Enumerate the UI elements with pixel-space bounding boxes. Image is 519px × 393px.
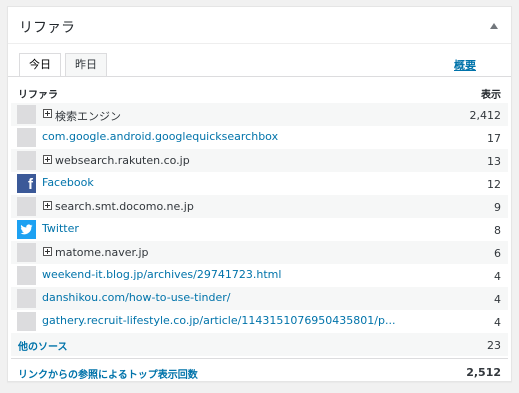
referrer-link[interactable]: danshikou.com/how-to-use-tinder/ bbox=[42, 291, 230, 304]
referrers-widget: リファラ 今日 昨日 概要 リファラ 表示 検索エンジン 2,412 com.g… bbox=[7, 6, 512, 382]
expand-icon[interactable] bbox=[43, 247, 52, 256]
referrers-table: リファラ 表示 検索エンジン 2,412 com.google.android.… bbox=[11, 79, 508, 384]
table-row: danshikou.com/how-to-use-tinder/ 4 bbox=[11, 287, 508, 310]
referrer-link[interactable]: weekend-it.blog.jp/archives/29741723.htm… bbox=[42, 268, 281, 281]
blank-icon bbox=[17, 243, 36, 262]
views-count: 8 bbox=[494, 224, 501, 237]
views-count: 17 bbox=[487, 132, 501, 145]
header-views: 表示 bbox=[481, 90, 501, 101]
table-row: f Facebook 12 bbox=[11, 172, 508, 195]
widget-header: リファラ bbox=[8, 7, 511, 44]
table-row: 検索エンジン 2,412 bbox=[11, 103, 508, 126]
views-count: 12 bbox=[487, 178, 501, 191]
twitter-icon bbox=[17, 220, 36, 239]
table-row: com.google.android.googlequicksearchbox … bbox=[11, 126, 508, 149]
total-label[interactable]: リンクからの参照によるトップ表示回数 bbox=[18, 366, 198, 381]
blank-icon bbox=[17, 266, 36, 285]
blank-icon bbox=[17, 197, 36, 216]
views-count: 6 bbox=[494, 247, 501, 260]
expand-icon[interactable] bbox=[43, 109, 52, 118]
table-row: weekend-it.blog.jp/archives/29741723.htm… bbox=[11, 264, 508, 287]
views-count: 9 bbox=[494, 201, 501, 214]
expand-icon[interactable] bbox=[43, 201, 52, 210]
referrer-group[interactable]: 検索エンジン bbox=[55, 108, 121, 124]
referrer-link[interactable]: Twitter bbox=[42, 222, 79, 235]
table-header: リファラ 表示 bbox=[11, 79, 508, 103]
tab-yesterday[interactable]: 昨日 bbox=[65, 53, 107, 76]
other-sources-link[interactable]: 他のソース bbox=[18, 338, 68, 353]
views-count: 13 bbox=[487, 155, 501, 168]
table-row: search.smt.docomo.ne.jp 9 bbox=[11, 195, 508, 218]
widget-title: リファラ bbox=[19, 20, 75, 36]
referrer-group[interactable]: search.smt.docomo.ne.jp bbox=[55, 200, 194, 213]
collapse-arrow-icon[interactable] bbox=[490, 23, 498, 29]
views-count: 23 bbox=[487, 339, 501, 352]
referrer-group[interactable]: matome.naver.jp bbox=[55, 246, 149, 259]
blank-icon bbox=[17, 128, 36, 147]
total-views: 2,512 bbox=[466, 366, 501, 379]
facebook-icon: f bbox=[17, 174, 36, 193]
summary-link[interactable]: 概要 bbox=[454, 57, 476, 73]
table-row: gathery.recruit-lifestyle.co.jp/article/… bbox=[11, 310, 508, 333]
expand-icon[interactable] bbox=[43, 155, 52, 164]
total-row: リンクからの参照によるトップ表示回数 2,512 bbox=[11, 358, 508, 384]
table-row: Twitter 8 bbox=[11, 218, 508, 241]
period-tabs: 今日 昨日 bbox=[19, 53, 111, 77]
other-sources-row: 他のソース 23 bbox=[11, 333, 508, 356]
views-count: 2,412 bbox=[469, 109, 502, 122]
blank-icon bbox=[17, 289, 36, 308]
tab-divider bbox=[8, 76, 511, 77]
views-count: 4 bbox=[494, 293, 501, 306]
tab-today[interactable]: 今日 bbox=[19, 53, 61, 77]
referrer-group[interactable]: websearch.rakuten.co.jp bbox=[55, 154, 190, 167]
blank-icon bbox=[17, 151, 36, 170]
views-count: 4 bbox=[494, 270, 501, 283]
views-count: 4 bbox=[494, 316, 501, 329]
referrer-link[interactable]: com.google.android.googlequicksearchbox bbox=[42, 130, 278, 143]
table-row: websearch.rakuten.co.jp 13 bbox=[11, 149, 508, 172]
header-referrer: リファラ bbox=[18, 90, 58, 101]
blank-icon bbox=[17, 312, 36, 331]
referrer-link[interactable]: Facebook bbox=[42, 176, 94, 189]
table-row: matome.naver.jp 6 bbox=[11, 241, 508, 264]
referrer-link[interactable]: gathery.recruit-lifestyle.co.jp/article/… bbox=[42, 314, 395, 327]
blank-icon bbox=[17, 105, 36, 124]
